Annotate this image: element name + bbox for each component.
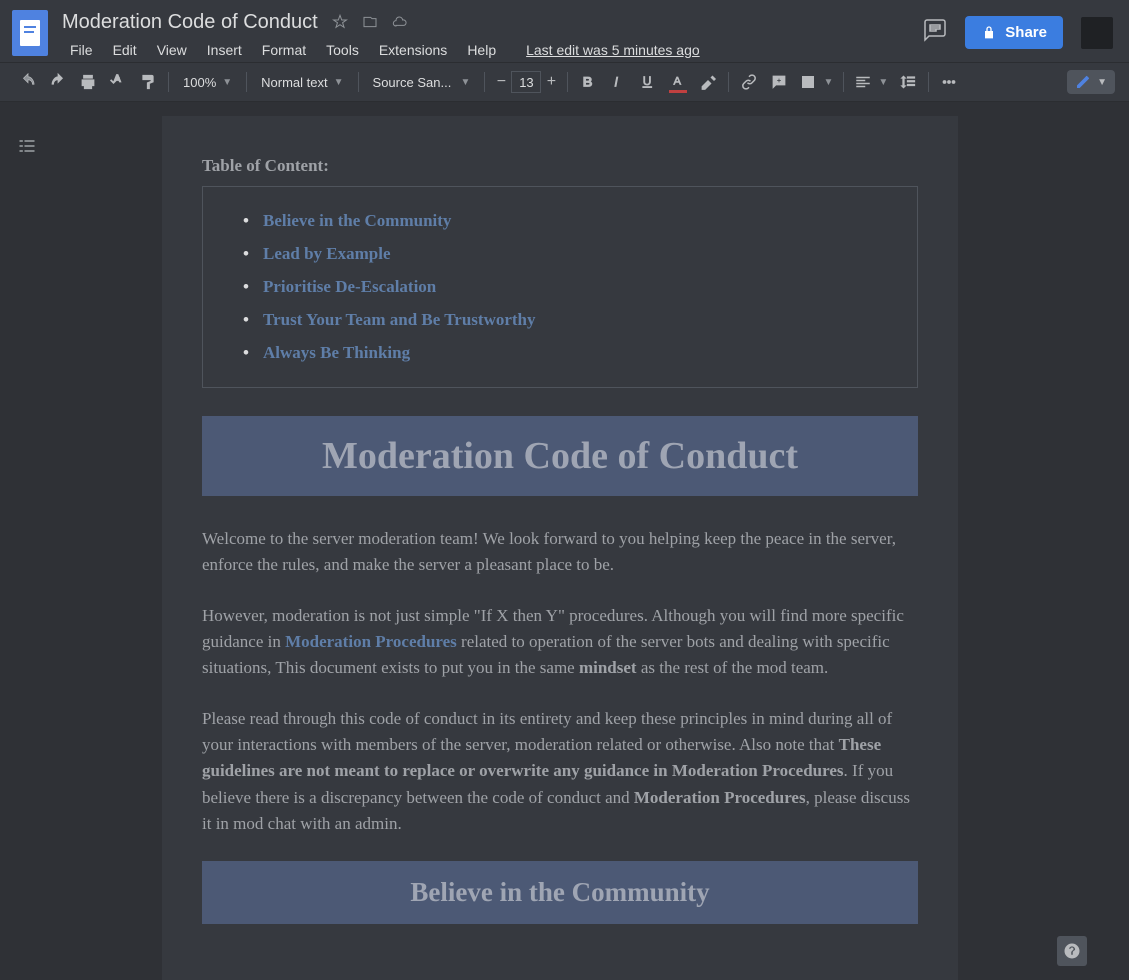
doc-main-title: Moderation Code of Conduct [202, 416, 918, 496]
print-button[interactable] [74, 68, 102, 96]
last-edit-link[interactable]: Last edit was 5 minutes ago [518, 38, 708, 62]
highlight-button[interactable] [694, 68, 722, 96]
toc-item: Lead by Example [243, 244, 877, 264]
undo-button[interactable] [14, 68, 42, 96]
paragraph: Please read through this code of conduct… [202, 706, 918, 838]
svg-text:A: A [674, 75, 682, 87]
avatar[interactable] [1081, 17, 1113, 49]
align-dropdown[interactable]: ▼ [850, 68, 892, 96]
underline-button[interactable]: U [634, 68, 662, 96]
menu-extensions[interactable]: Extensions [371, 38, 455, 62]
explore-button[interactable] [1057, 936, 1087, 966]
style-dropdown[interactable]: Normal text▼ [253, 68, 351, 96]
add-comment-button[interactable] [765, 68, 793, 96]
line-spacing-button[interactable] [894, 68, 922, 96]
share-button[interactable]: Share [965, 16, 1063, 49]
paint-format-button[interactable] [134, 68, 162, 96]
font-size-plus[interactable]: + [541, 70, 561, 94]
link-button[interactable] [735, 68, 763, 96]
svg-text:B: B [583, 75, 593, 90]
document-page[interactable]: Table of Content: Believe in the Communi… [162, 116, 958, 980]
bold-button[interactable]: B [574, 68, 602, 96]
toc-item: Trust Your Team and Be Trustworthy [243, 310, 877, 330]
docs-logo[interactable] [12, 10, 48, 56]
menubar: File Edit View Insert Format Tools Exten… [62, 38, 923, 62]
menu-file[interactable]: File [62, 38, 101, 62]
section-heading: Believe in the Community [202, 861, 918, 924]
paragraph: Welcome to the server moderation team! W… [202, 526, 918, 579]
font-dropdown[interactable]: Source San...▼ [365, 68, 479, 96]
spellcheck-button[interactable] [104, 68, 132, 96]
editing-mode-button[interactable]: ▼ [1067, 70, 1115, 94]
menu-tools[interactable]: Tools [318, 38, 367, 62]
menu-edit[interactable]: Edit [105, 38, 145, 62]
toc-item: Believe in the Community [243, 211, 877, 231]
paragraph: However, moderation is not just simple "… [202, 603, 918, 682]
zoom-dropdown[interactable]: 100%▼ [175, 68, 240, 96]
text-color-button[interactable]: A [664, 68, 692, 96]
move-icon[interactable] [362, 14, 378, 30]
star-icon[interactable] [332, 14, 348, 30]
svg-text:U: U [643, 74, 652, 88]
menu-insert[interactable]: Insert [199, 38, 250, 62]
more-button[interactable] [935, 68, 963, 96]
pencil-icon [1075, 74, 1091, 90]
toc-box: Believe in the Community Lead by Example… [202, 186, 918, 388]
italic-button[interactable]: I [604, 68, 632, 96]
menu-help[interactable]: Help [459, 38, 504, 62]
toc-header: Table of Content: [202, 156, 918, 176]
cloud-icon[interactable] [392, 14, 408, 30]
doc-title[interactable]: Moderation Code of Conduct [62, 11, 318, 34]
menu-view[interactable]: View [149, 38, 195, 62]
insert-image-dropdown[interactable]: ▼ [795, 68, 837, 96]
font-size-input[interactable] [511, 71, 541, 93]
titlebar: Moderation Code of Conduct File Edit Vie… [0, 0, 1129, 62]
lock-icon [981, 25, 997, 41]
svg-text:I: I [615, 75, 619, 90]
font-size-minus[interactable]: − [491, 70, 511, 94]
toolbar: 100%▼ Normal text▼ Source San...▼ − + B … [0, 62, 1129, 102]
inline-link[interactable]: Moderation Procedures [285, 632, 457, 651]
comments-icon[interactable] [923, 18, 947, 47]
toc-item: Always Be Thinking [243, 343, 877, 363]
redo-button[interactable] [44, 68, 72, 96]
outline-toggle[interactable] [13, 132, 41, 160]
menu-format[interactable]: Format [254, 38, 314, 62]
toc-item: Prioritise De-Escalation [243, 277, 877, 297]
